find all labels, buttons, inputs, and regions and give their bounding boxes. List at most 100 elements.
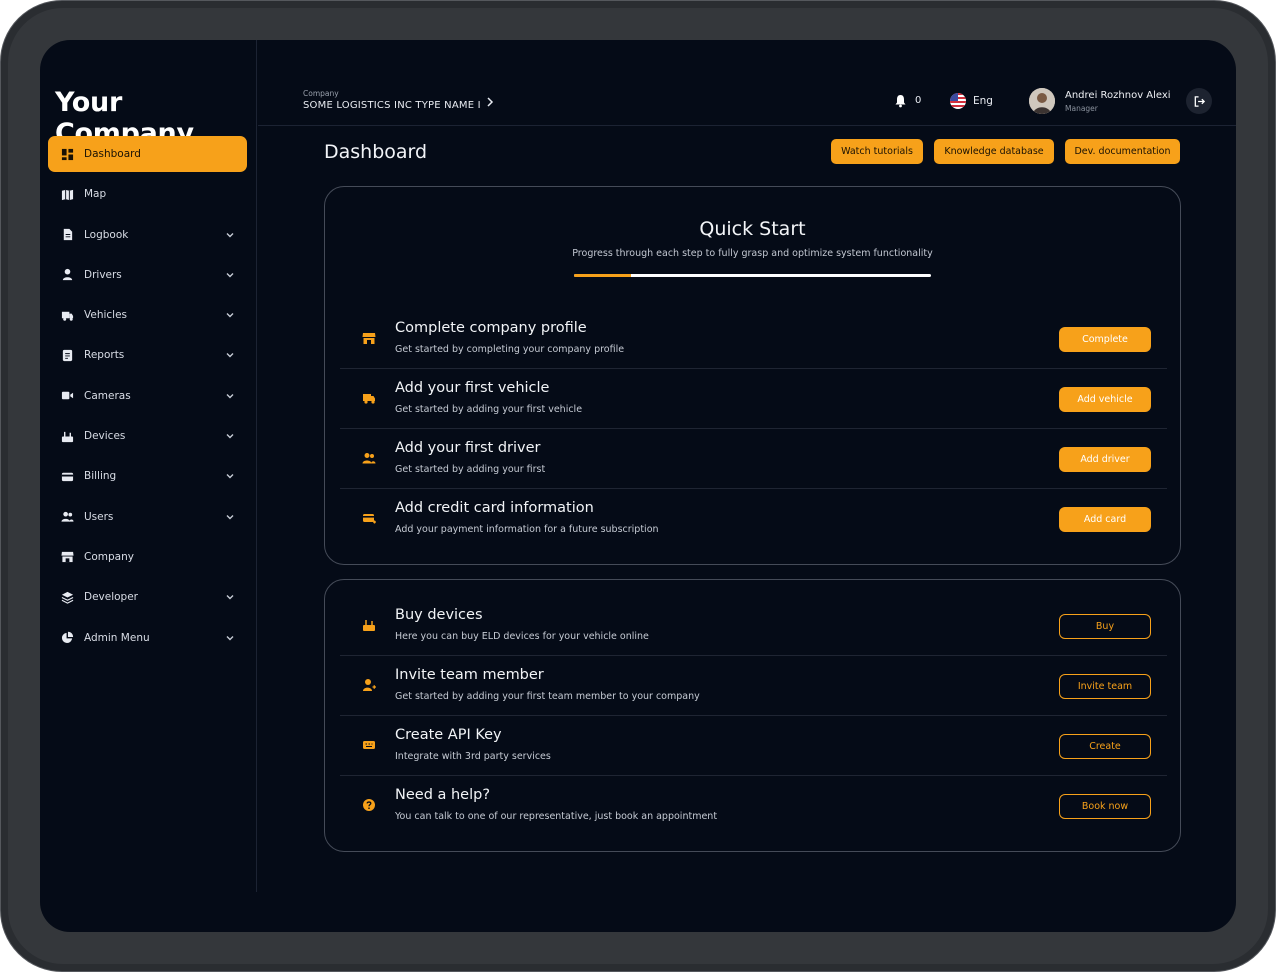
item-description: Here you can buy ELD devices for your ve… bbox=[395, 631, 649, 642]
sidebar-item-vehicles[interactable]: Vehicles bbox=[48, 297, 247, 333]
chevron-down-icon[interactable] bbox=[225, 633, 235, 643]
sidebar-nav: Dashboard Map Logbook Drivers Vehicles R… bbox=[48, 136, 247, 660]
step-description: Add your payment information for a futur… bbox=[395, 524, 659, 535]
sidebar-item-label: Billing bbox=[84, 470, 117, 483]
sidebar-item-label: Company bbox=[84, 550, 134, 563]
sidebar-item-map[interactable]: Map bbox=[48, 176, 247, 212]
item-title: Buy devices bbox=[395, 607, 483, 623]
chevron-down-icon[interactable] bbox=[225, 471, 235, 481]
quick-start-card: Quick Start Progress through each step t… bbox=[324, 186, 1181, 565]
chevron-down-icon[interactable] bbox=[225, 350, 235, 360]
pie-icon bbox=[60, 631, 74, 645]
chevron-right-icon[interactable] bbox=[484, 96, 496, 108]
layers-icon bbox=[60, 590, 74, 604]
step-title: Add credit card information bbox=[395, 500, 594, 516]
company-selector[interactable]: SOME LOGISTICS INC TYPE NAME I bbox=[303, 100, 481, 111]
api-key-icon bbox=[361, 737, 376, 752]
logout-button[interactable] bbox=[1186, 88, 1212, 114]
users-icon bbox=[60, 510, 74, 524]
sidebar-item-label: Devices bbox=[84, 430, 126, 443]
chevron-down-icon[interactable] bbox=[225, 592, 235, 602]
chevron-down-icon[interactable] bbox=[225, 230, 235, 240]
extras-card: Buy devices Here you can buy ELD devices… bbox=[324, 579, 1181, 852]
invite-team-button[interactable]: Invite team bbox=[1059, 674, 1151, 699]
quick-start-title: Quick Start bbox=[699, 218, 806, 240]
app-screen: Your Company Dashboard Map Logbook Drive… bbox=[40, 40, 1236, 932]
credit-card-icon bbox=[361, 510, 376, 525]
company-caption: Company bbox=[303, 89, 339, 98]
step-title: Add your first vehicle bbox=[395, 380, 550, 396]
sidebar-item-label: Drivers bbox=[84, 268, 122, 281]
item-title: Create API Key bbox=[395, 727, 502, 743]
device-icon bbox=[60, 429, 74, 443]
driver-icon bbox=[361, 450, 376, 465]
billing-icon bbox=[60, 469, 74, 483]
book-now-button[interactable]: Book now bbox=[1059, 794, 1151, 819]
list-item: Buy devices Here you can buy ELD devices… bbox=[340, 596, 1167, 656]
chevron-down-icon[interactable] bbox=[225, 310, 235, 320]
add-card-button[interactable]: Add card bbox=[1059, 507, 1151, 532]
chevron-down-icon[interactable] bbox=[225, 391, 235, 401]
user-role: Manager bbox=[1065, 104, 1098, 113]
sidebar-item-label: Users bbox=[84, 510, 114, 523]
quick-start-progress-bar bbox=[574, 274, 931, 277]
help-icon bbox=[361, 797, 376, 812]
step-description: Get started by adding your first bbox=[395, 464, 546, 475]
driver-icon bbox=[60, 268, 74, 282]
step-description: Get started by completing your company p… bbox=[395, 344, 625, 355]
logbook-icon bbox=[60, 228, 74, 242]
device-icon bbox=[361, 617, 376, 632]
buy-button[interactable]: Buy bbox=[1059, 614, 1151, 639]
sidebar-item-label: Developer bbox=[84, 591, 139, 604]
sidebar-item-label: Dashboard bbox=[84, 148, 141, 160]
store-icon bbox=[361, 330, 376, 345]
item-description: Integrate with 3rd party services bbox=[395, 751, 551, 762]
sidebar-item-label: Logbook bbox=[84, 228, 129, 241]
step-description: Get started by adding your first vehicle bbox=[395, 404, 583, 415]
map-icon bbox=[60, 187, 74, 201]
sidebar-item-devices[interactable]: Devices bbox=[48, 418, 247, 454]
reports-icon bbox=[60, 348, 74, 362]
item-description: Get started by adding your first team me… bbox=[395, 691, 700, 702]
item-title: Need a help? bbox=[395, 787, 491, 803]
camera-icon bbox=[60, 389, 74, 403]
step-row: Add credit card information Add your pay… bbox=[340, 489, 1167, 549]
create-api-key-button[interactable]: Create bbox=[1059, 734, 1151, 759]
sidebar-item-company[interactable]: Company bbox=[48, 539, 247, 575]
avatar[interactable] bbox=[1029, 88, 1055, 114]
sidebar-item-users[interactable]: Users bbox=[48, 499, 247, 535]
watch-tutorials-button[interactable]: Watch tutorials bbox=[831, 139, 923, 164]
item-description: You can talk to one of our representativ… bbox=[395, 811, 718, 822]
dev-documentation-button[interactable]: Dev. documentation bbox=[1065, 139, 1180, 164]
sidebar-item-dashboard[interactable]: Dashboard bbox=[48, 136, 247, 172]
add-vehicle-button[interactable]: Add vehicle bbox=[1059, 387, 1151, 412]
language-selector[interactable]: Eng bbox=[973, 95, 993, 107]
sidebar-item-logbook[interactable]: Logbook bbox=[48, 217, 247, 253]
sidebar: Your Company Dashboard Map Logbook Drive… bbox=[40, 40, 257, 892]
step-title: Complete company profile bbox=[395, 320, 587, 336]
store-icon bbox=[60, 550, 74, 564]
bell-icon[interactable] bbox=[894, 94, 907, 108]
logout-icon bbox=[1194, 95, 1205, 107]
sidebar-item-cameras[interactable]: Cameras bbox=[48, 378, 247, 414]
user-name: Andrei Rozhnov Alexi bbox=[1065, 90, 1171, 101]
sidebar-item-drivers[interactable]: Drivers bbox=[48, 257, 247, 293]
chevron-down-icon[interactable] bbox=[225, 512, 235, 522]
chevron-down-icon[interactable] bbox=[225, 431, 235, 441]
sidebar-item-billing[interactable]: Billing bbox=[48, 458, 247, 494]
sidebar-item-developer[interactable]: Developer bbox=[48, 579, 247, 615]
complete-profile-button[interactable]: Complete bbox=[1059, 327, 1151, 352]
step-row: Add your first vehicle Get started by ad… bbox=[340, 369, 1167, 429]
dashboard-icon bbox=[60, 147, 74, 161]
item-title: Invite team member bbox=[395, 667, 544, 683]
add-driver-button[interactable]: Add driver bbox=[1059, 447, 1151, 472]
step-title: Add your first driver bbox=[395, 440, 541, 456]
sidebar-item-label: Reports bbox=[84, 349, 125, 362]
chevron-down-icon[interactable] bbox=[225, 270, 235, 280]
us-flag-icon[interactable] bbox=[950, 93, 966, 109]
knowledge-database-button[interactable]: Knowledge database bbox=[934, 139, 1054, 164]
sidebar-item-admin-menu[interactable]: Admin Menu bbox=[48, 620, 247, 656]
top-bar: Company SOME LOGISTICS INC TYPE NAME I 0… bbox=[258, 76, 1236, 126]
sidebar-item-label: Vehicles bbox=[84, 309, 128, 322]
sidebar-item-reports[interactable]: Reports bbox=[48, 337, 247, 373]
